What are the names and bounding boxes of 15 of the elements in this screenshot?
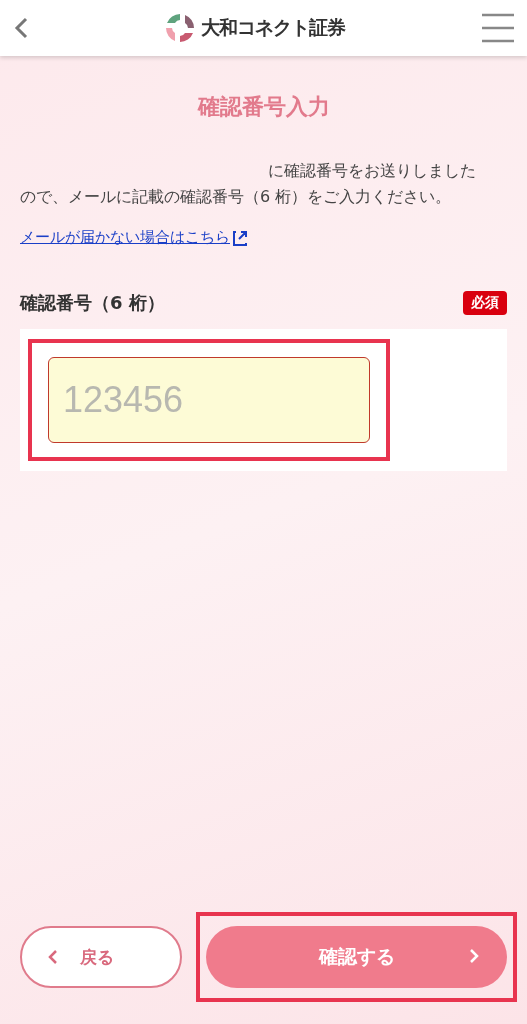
required-badge: 必須 — [463, 291, 507, 315]
page-title: 確認番号入力 — [196, 93, 331, 121]
help-link[interactable]: メールが届かない場合はこちら — [20, 228, 247, 247]
instruction-text: に確認番号をお送りしましたので、メールに記載の確認番号（6 桁）をご入力ください。 — [20, 160, 477, 208]
confirm-button[interactable]: 確認する — [206, 926, 507, 988]
back-icon[interactable] — [14, 17, 28, 39]
code-input-field[interactable]: 123456 — [48, 357, 370, 443]
menu-icon[interactable] — [481, 13, 515, 43]
chevron-left-icon — [48, 949, 58, 965]
logo-icon — [164, 13, 195, 43]
back-button[interactable]: 戻る — [20, 926, 182, 988]
external-link-icon — [233, 229, 247, 246]
chevron-right-icon — [469, 948, 479, 964]
field-label: 確認番号（6 桁） — [20, 291, 165, 315]
brand-name: 大和コネクト証券 — [200, 15, 345, 40]
